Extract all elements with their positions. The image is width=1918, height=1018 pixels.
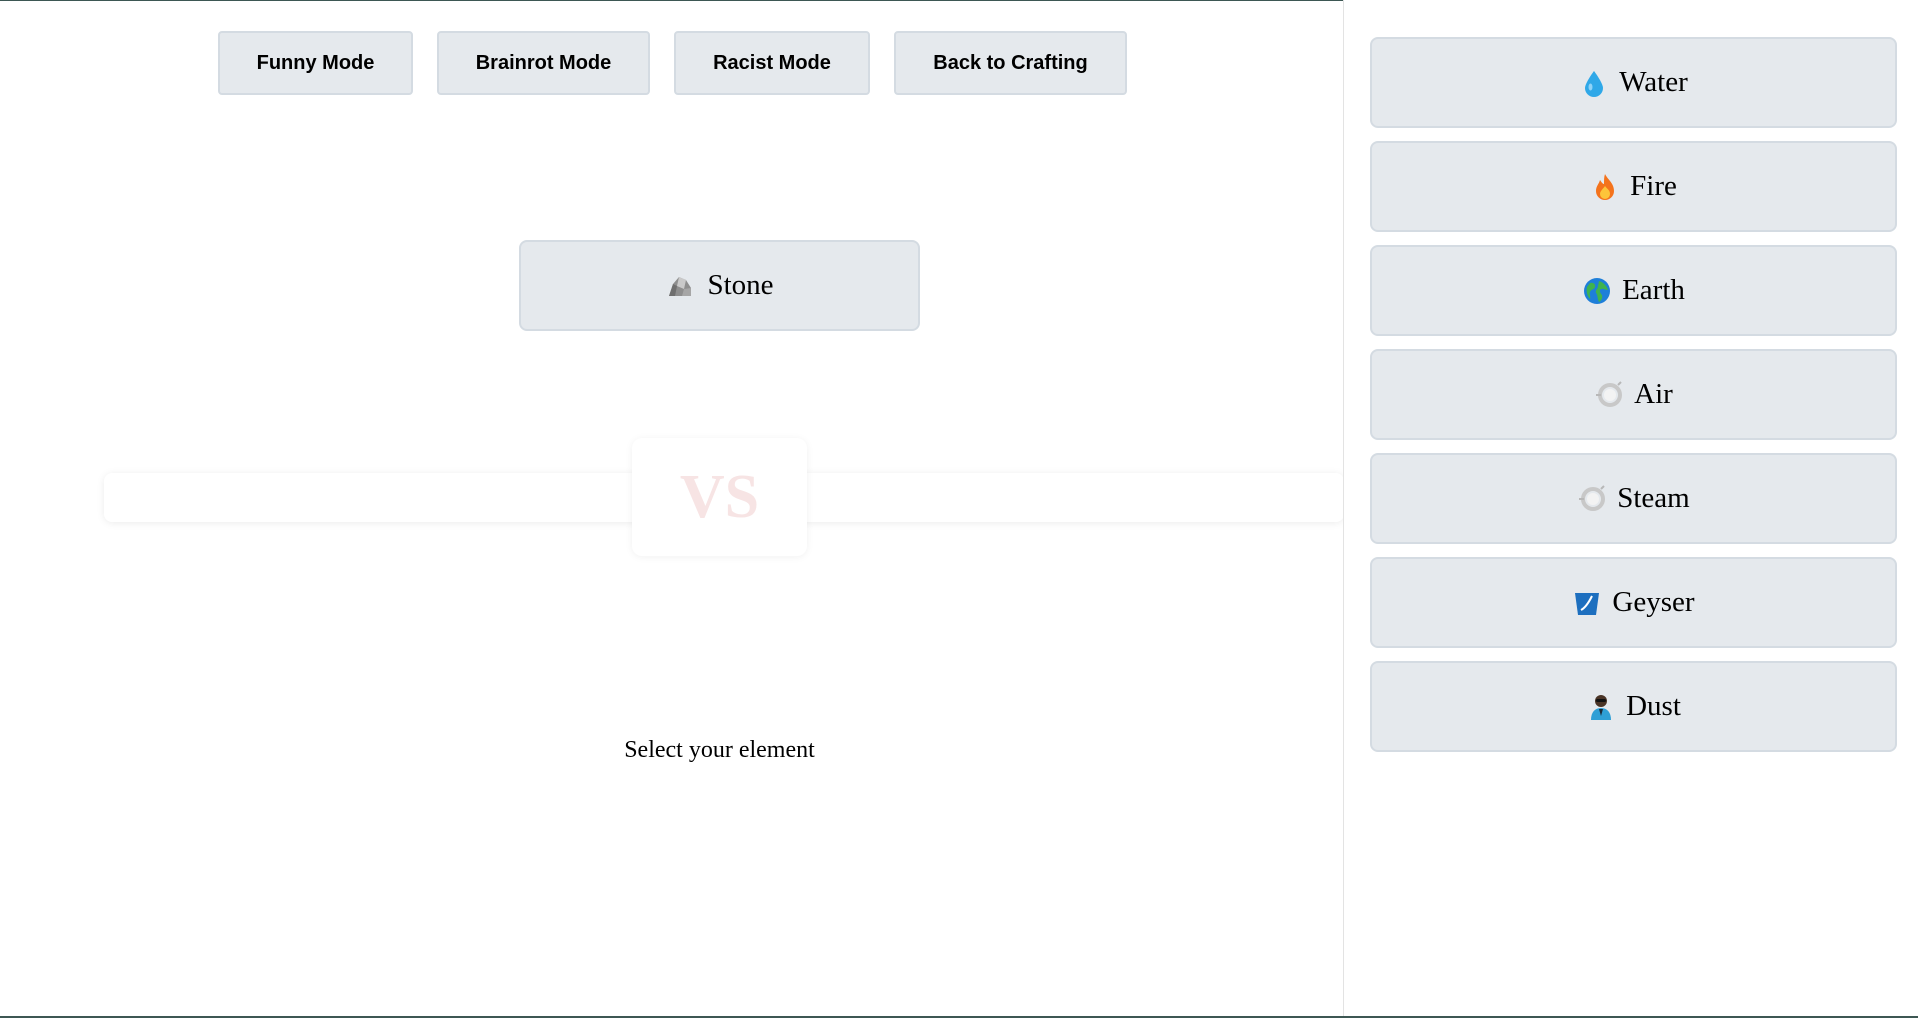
- element-name: Air: [1634, 378, 1673, 410]
- element-item-air[interactable]: Air: [1370, 349, 1897, 440]
- vs-label: VS: [679, 462, 760, 531]
- wind-ring-icon: [1577, 484, 1607, 514]
- element-name: Dust: [1626, 690, 1681, 722]
- element-item-geyser[interactable]: Geyser: [1370, 557, 1897, 648]
- globe-icon: [1582, 276, 1612, 306]
- element-item-fire[interactable]: Fire: [1370, 141, 1897, 232]
- selected-element-card[interactable]: Stone: [519, 240, 920, 331]
- vs-badge: VS: [632, 438, 807, 556]
- water-bucket-icon: [1572, 588, 1602, 618]
- element-item-earth[interactable]: Earth: [1370, 245, 1897, 336]
- back-to-crafting-button[interactable]: Back to Crafting: [894, 31, 1127, 95]
- selection-prompt: Select your element: [624, 737, 815, 763]
- element-item-dust[interactable]: Dust: [1370, 661, 1897, 752]
- fire-icon: [1590, 172, 1620, 202]
- element-name: Earth: [1622, 274, 1685, 306]
- element-item-steam[interactable]: Steam: [1370, 453, 1897, 544]
- brainrot-mode-button[interactable]: Brainrot Mode: [437, 31, 650, 95]
- element-name: Steam: [1617, 482, 1690, 514]
- element-name: Fire: [1630, 170, 1677, 202]
- water-drop-icon: [1579, 68, 1609, 98]
- racist-mode-button[interactable]: Racist Mode: [674, 31, 870, 95]
- element-item-water[interactable]: Water: [1370, 37, 1897, 128]
- rock-icon: [665, 271, 695, 301]
- element-name: Water: [1619, 66, 1688, 98]
- funny-mode-button[interactable]: Funny Mode: [218, 31, 413, 95]
- selected-element-name: Stone: [707, 269, 774, 301]
- person-icon: [1586, 692, 1616, 722]
- wind-ring-icon: [1594, 380, 1624, 410]
- element-name: Geyser: [1612, 586, 1695, 618]
- element-sidebar: Water Fire Earth Air Steam Geyser Dust: [1343, 0, 1918, 1018]
